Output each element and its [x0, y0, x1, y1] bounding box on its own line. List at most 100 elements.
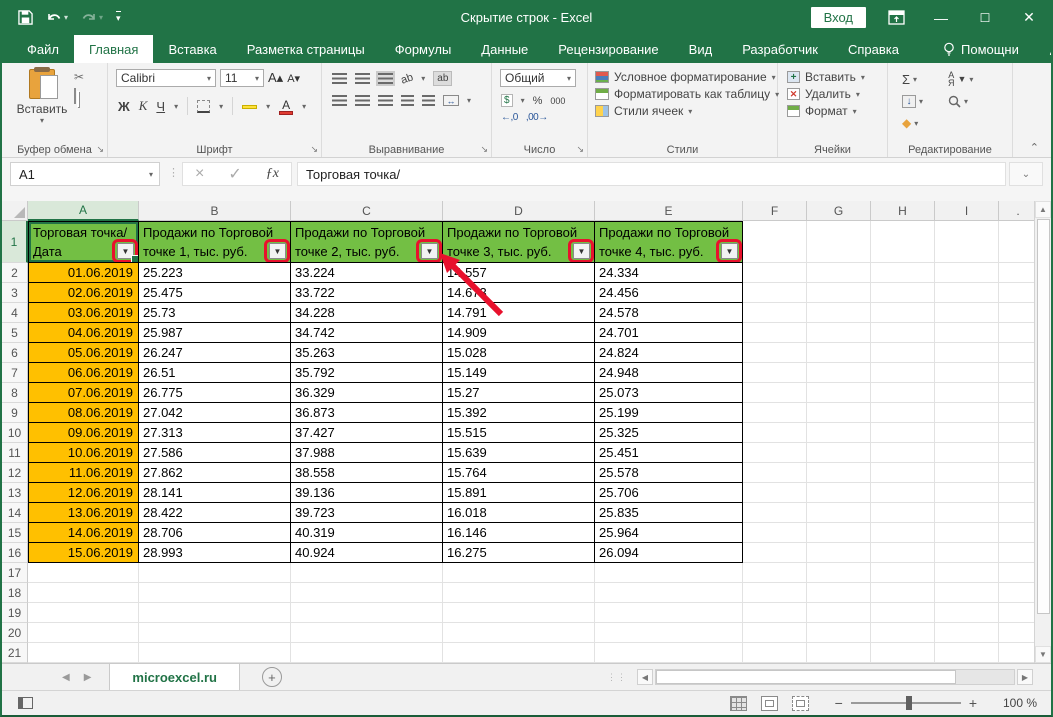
- redo-button[interactable]: ▾: [81, 11, 103, 25]
- align-left-button[interactable]: [332, 95, 347, 106]
- align-center-button[interactable]: [355, 95, 370, 106]
- save-button[interactable]: [18, 10, 33, 25]
- cell-C5[interactable]: 34.742: [291, 323, 443, 343]
- cell-H16[interactable]: [871, 543, 935, 563]
- zoom-slider[interactable]: [850, 696, 961, 710]
- cell-A14[interactable]: 13.06.2019: [28, 503, 139, 523]
- cell-H18[interactable]: [871, 583, 935, 603]
- scroll-left-button[interactable]: ◀: [637, 669, 653, 685]
- column-header-A[interactable]: A: [28, 201, 139, 221]
- scroll-right-button[interactable]: ▶: [1017, 669, 1033, 685]
- cancel-entry-button[interactable]: ×: [195, 165, 204, 183]
- cell-D15[interactable]: 16.146: [443, 523, 595, 543]
- cell-.18[interactable]: [999, 583, 1038, 603]
- zoom-in-button[interactable]: +: [969, 696, 977, 710]
- column-header-F[interactable]: F: [743, 201, 807, 221]
- cell-H5[interactable]: [871, 323, 935, 343]
- ribbon-display-options-button[interactable]: [888, 10, 905, 25]
- underline-dropdown[interactable]: ▾: [174, 102, 178, 111]
- cell-D17[interactable]: [443, 563, 595, 583]
- align-middle-button[interactable]: [355, 73, 370, 84]
- cell-E17[interactable]: [595, 563, 743, 583]
- comma-style-button[interactable]: 000: [550, 96, 565, 106]
- cell-G5[interactable]: [807, 323, 871, 343]
- cell-.16[interactable]: [999, 543, 1038, 563]
- format-cells-button[interactable]: Формат ▾: [778, 101, 887, 118]
- column-header-H[interactable]: H: [871, 201, 935, 221]
- zoom-level[interactable]: 100 %: [991, 696, 1037, 710]
- cell-G9[interactable]: [807, 403, 871, 423]
- cell-B7[interactable]: 26.51: [139, 363, 291, 383]
- undo-button[interactable]: ▾: [46, 11, 68, 25]
- cell-B19[interactable]: [139, 603, 291, 623]
- cell-E8[interactable]: 25.073: [595, 383, 743, 403]
- cell-.11[interactable]: [999, 443, 1038, 463]
- cell-H12[interactable]: [871, 463, 935, 483]
- add-sheet-button[interactable]: +: [261, 667, 282, 687]
- fill-color-dropdown[interactable]: ▾: [266, 102, 270, 111]
- cell-.6[interactable]: [999, 343, 1038, 363]
- alignment-dialog-launcher[interactable]: ↘: [480, 144, 488, 155]
- cell-C18[interactable]: [291, 583, 443, 603]
- cell-G18[interactable]: [807, 583, 871, 603]
- cell-F13[interactable]: [743, 483, 807, 503]
- cell-B6[interactable]: 26.247: [139, 343, 291, 363]
- filter-button-B[interactable]: ▼: [269, 243, 286, 259]
- cell-.4[interactable]: [999, 303, 1038, 323]
- sort-filter-button[interactable]: А Я ▼ ▾: [948, 71, 994, 88]
- cell-E7[interactable]: 24.948: [595, 363, 743, 383]
- cell-B8[interactable]: 26.775: [139, 383, 291, 403]
- cell-B14[interactable]: 28.422: [139, 503, 291, 523]
- cell-D20[interactable]: [443, 623, 595, 643]
- column-header-B[interactable]: B: [139, 201, 291, 221]
- number-format-combo[interactable]: Общий ▾: [500, 69, 576, 87]
- cell-.1[interactable]: [999, 221, 1038, 263]
- cell-D1[interactable]: Продажи по Торговой точке 3, тыс. руб. ▼: [443, 221, 595, 263]
- row-header-14[interactable]: 14: [2, 503, 28, 523]
- cell-.15[interactable]: [999, 523, 1038, 543]
- cell-E10[interactable]: 25.325: [595, 423, 743, 443]
- cell-A4[interactable]: 03.06.2019: [28, 303, 139, 323]
- cell-D21[interactable]: [443, 643, 595, 663]
- column-header-G[interactable]: G: [807, 201, 871, 221]
- select-all-button[interactable]: [2, 201, 28, 221]
- cell-.8[interactable]: [999, 383, 1038, 403]
- row-header-11[interactable]: 11: [2, 443, 28, 463]
- cell-C8[interactable]: 36.329: [291, 383, 443, 403]
- cell-A16[interactable]: 15.06.2019: [28, 543, 139, 563]
- confirm-entry-button[interactable]: ✓: [228, 164, 241, 184]
- cell-F15[interactable]: [743, 523, 807, 543]
- row-header-7[interactable]: 7: [2, 363, 28, 383]
- sign-in-button[interactable]: Вход: [810, 7, 866, 28]
- borders-dropdown[interactable]: ▾: [219, 102, 223, 111]
- cell-B15[interactable]: 28.706: [139, 523, 291, 543]
- cell-F9[interactable]: [743, 403, 807, 423]
- cell-I11[interactable]: [935, 443, 999, 463]
- cell-.21[interactable]: [999, 643, 1038, 663]
- cell-E9[interactable]: 25.199: [595, 403, 743, 423]
- cell-C9[interactable]: 36.873: [291, 403, 443, 423]
- decrease-font-button[interactable]: A▾: [287, 72, 300, 85]
- cell-C13[interactable]: 39.136: [291, 483, 443, 503]
- row-header-1[interactable]: 1: [2, 221, 28, 263]
- page-break-view-button[interactable]: [791, 695, 809, 711]
- cell-E5[interactable]: 24.701: [595, 323, 743, 343]
- macro-record-icon[interactable]: [18, 697, 33, 709]
- accounting-dropdown[interactable]: ▾: [521, 96, 525, 105]
- filter-button-E[interactable]: ▼: [721, 243, 738, 259]
- font-color-button[interactable]: A: [279, 98, 294, 115]
- cell-D13[interactable]: 15.891: [443, 483, 595, 503]
- conditional-formatting-button[interactable]: Условное форматирование ▾: [588, 67, 777, 84]
- cell-A9[interactable]: 08.06.2019: [28, 403, 139, 423]
- cell-C3[interactable]: 33.722: [291, 283, 443, 303]
- cell-G10[interactable]: [807, 423, 871, 443]
- cell-C19[interactable]: [291, 603, 443, 623]
- cell-A20[interactable]: [28, 623, 139, 643]
- cell-I14[interactable]: [935, 503, 999, 523]
- row-header-15[interactable]: 15: [2, 523, 28, 543]
- cell-I12[interactable]: [935, 463, 999, 483]
- cell-B9[interactable]: 27.042: [139, 403, 291, 423]
- cell-D2[interactable]: 14.557: [443, 263, 595, 283]
- cell-B2[interactable]: 25.223: [139, 263, 291, 283]
- cell-B20[interactable]: [139, 623, 291, 643]
